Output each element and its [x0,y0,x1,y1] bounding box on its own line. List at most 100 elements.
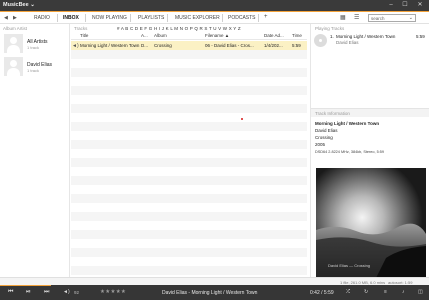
status-summary: 1 file, 261.0 MB, 6.0 mins [340,279,386,285]
player-bar: ⏮ ⏯ ⏭ ◄) 92 ★★★★★ David Elias - Morning … [0,285,429,300]
cell-artist: D... [141,43,149,48]
empty-row [71,122,307,131]
info-year: 2005 [315,142,326,147]
track-info-header: Track Information [315,111,350,116]
search-input[interactable]: search ⌄ [368,14,416,22]
empty-row [71,194,307,203]
volume-icon[interactable]: ◄) [63,289,70,295]
volume-level[interactable]: 92 [74,290,79,295]
repeat-icon[interactable]: ↻ [364,289,368,295]
empty-row [71,158,307,167]
cell-filename: 06 - David Elias - Cros... [205,43,254,48]
panel-header: Album Artist [3,26,28,31]
info-artist: David Elias [315,128,338,133]
artist-item-david-elias[interactable]: David Elias 1 track [4,57,66,77]
playback-time: 0:42 / 5:59 [310,290,334,296]
speaker-icon: ◄) [72,42,79,49]
column-time[interactable]: Time [292,33,302,38]
tab-inbox[interactable]: INBOX [63,15,79,21]
app-menu-title[interactable]: MusicBee ⌄ [3,2,35,8]
cell-time: 5:59 [292,43,301,48]
empty-row [71,86,307,95]
empty-row [71,239,307,248]
info-tech: DSD64 2.8224 MHz, 384kb, Stereo, 5:59 [315,150,385,154]
empty-row [71,131,307,140]
empty-row [71,257,307,266]
column-artist[interactable]: A... [141,33,148,38]
tab-podcasts[interactable]: PODCASTS [228,15,256,21]
empty-row [71,104,307,113]
empty-row [71,221,307,230]
equalizer-icon[interactable]: ≡ [384,289,387,295]
status-bar: 1 file, 261.0 MB, 6.0 mins autosort: 1:5… [0,277,429,285]
cell-title: Morning Light / Western Town [80,43,140,48]
column-title[interactable]: Title [80,33,88,38]
close-icon[interactable]: ✕ [415,1,425,9]
empty-row [71,50,307,59]
alphabet-jump-bar[interactable]: # A B C D E F G H I J K L M N O P Q R S … [117,26,241,31]
status-autosort[interactable]: autosort: 1:59 [388,280,412,285]
playing-artist: David Elias [336,40,359,45]
empty-row [71,113,307,122]
artist-count: 1 track [27,45,40,50]
tab-radio[interactable]: RADIO [34,15,50,21]
maximize-icon[interactable]: ☐ [400,1,410,9]
tab-now-playing[interactable]: NOW PLAYING [92,15,127,21]
playing-index: 1. [330,34,334,39]
cell-date-added: 1/4/202... [264,43,283,48]
add-tab-button[interactable]: + [264,14,268,20]
column-date-added[interactable]: Date Ad... [264,33,284,38]
column-filename[interactable]: Filename ▲ [205,33,229,38]
now-playing-text: David Elias - Morning Light / Western To… [162,290,258,296]
column-album[interactable]: Album [154,33,167,38]
playing-time: 5:59 [416,34,425,39]
artist-avatar [4,34,23,53]
tab-bar: ◀ ▶ RADIO INBOX NOW PLAYING PLAYLISTS MU… [0,12,429,24]
playback-progress[interactable] [0,285,52,286]
layout-icon[interactable]: ▦ [340,14,346,21]
empty-row [71,185,307,194]
empty-row [71,176,307,185]
playing-track-item[interactable]: 1. Morning Light / Western Town 5:59 Dav… [330,34,428,48]
tab-playlists[interactable]: PLAYLISTS [138,15,164,21]
column-header-row: Title A... Album Filename ▲ Date Ad... T… [71,32,307,40]
empty-row [71,68,307,77]
shuffle-icon[interactable]: ⤮ [346,289,350,295]
empty-row [71,248,307,257]
artist-item-all[interactable]: All Artists 1 track [4,34,66,54]
info-album: Crossing [315,135,333,140]
info-title: Morning Light / Western Town [315,121,380,126]
album-art-image [316,168,426,278]
album-art-caption: David Elias — Crossing [328,263,371,268]
right-panel: Playing Tracks 1. Morning Light / Wester… [310,24,429,286]
play-pause-icon[interactable]: ⏯ [26,289,31,296]
miniplayer-icon[interactable]: ◫ [418,289,423,295]
next-icon[interactable]: ⏭ [44,289,49,296]
cd-icon [314,34,327,47]
empty-row [71,95,307,104]
empty-row [71,203,307,212]
search-placeholder: search [371,16,385,21]
empty-row [71,77,307,86]
album-artist-panel: Album Artist All Artists 1 track David E… [0,24,70,286]
album-art: David Elias — Crossing [316,168,426,278]
tab-music-explorer[interactable]: MUSIC EXPLORER [175,15,220,21]
tracks-header: Tracks [74,26,88,31]
empty-row [71,230,307,239]
empty-row [71,212,307,221]
back-icon[interactable]: ◀ [4,15,8,21]
track-info-header-bar: Track Information [311,108,429,117]
artist-avatar [4,57,23,76]
minimize-icon[interactable]: – [386,1,396,9]
rating-stars[interactable]: ★★★★★ [100,289,126,295]
previous-icon[interactable]: ⏮ [8,289,13,296]
title-bar: MusicBee ⌄ – ☐ ✕ [0,0,429,11]
lyrics-icon[interactable]: ♪ [402,289,405,295]
table-row[interactable]: ◄) Morning Light / Western Town D... Cro… [71,41,307,50]
forward-icon[interactable]: ▶ [13,15,17,21]
menu-icon[interactable]: ☰ [354,14,359,21]
search-dropdown-icon[interactable]: ⌄ [409,15,413,21]
track-list: Tracks # A B C D E F G H I J K L M N O P… [71,24,309,286]
playing-title: Morning Light / Western Town [336,34,396,39]
playing-tracks-header: Playing Tracks [315,26,345,31]
